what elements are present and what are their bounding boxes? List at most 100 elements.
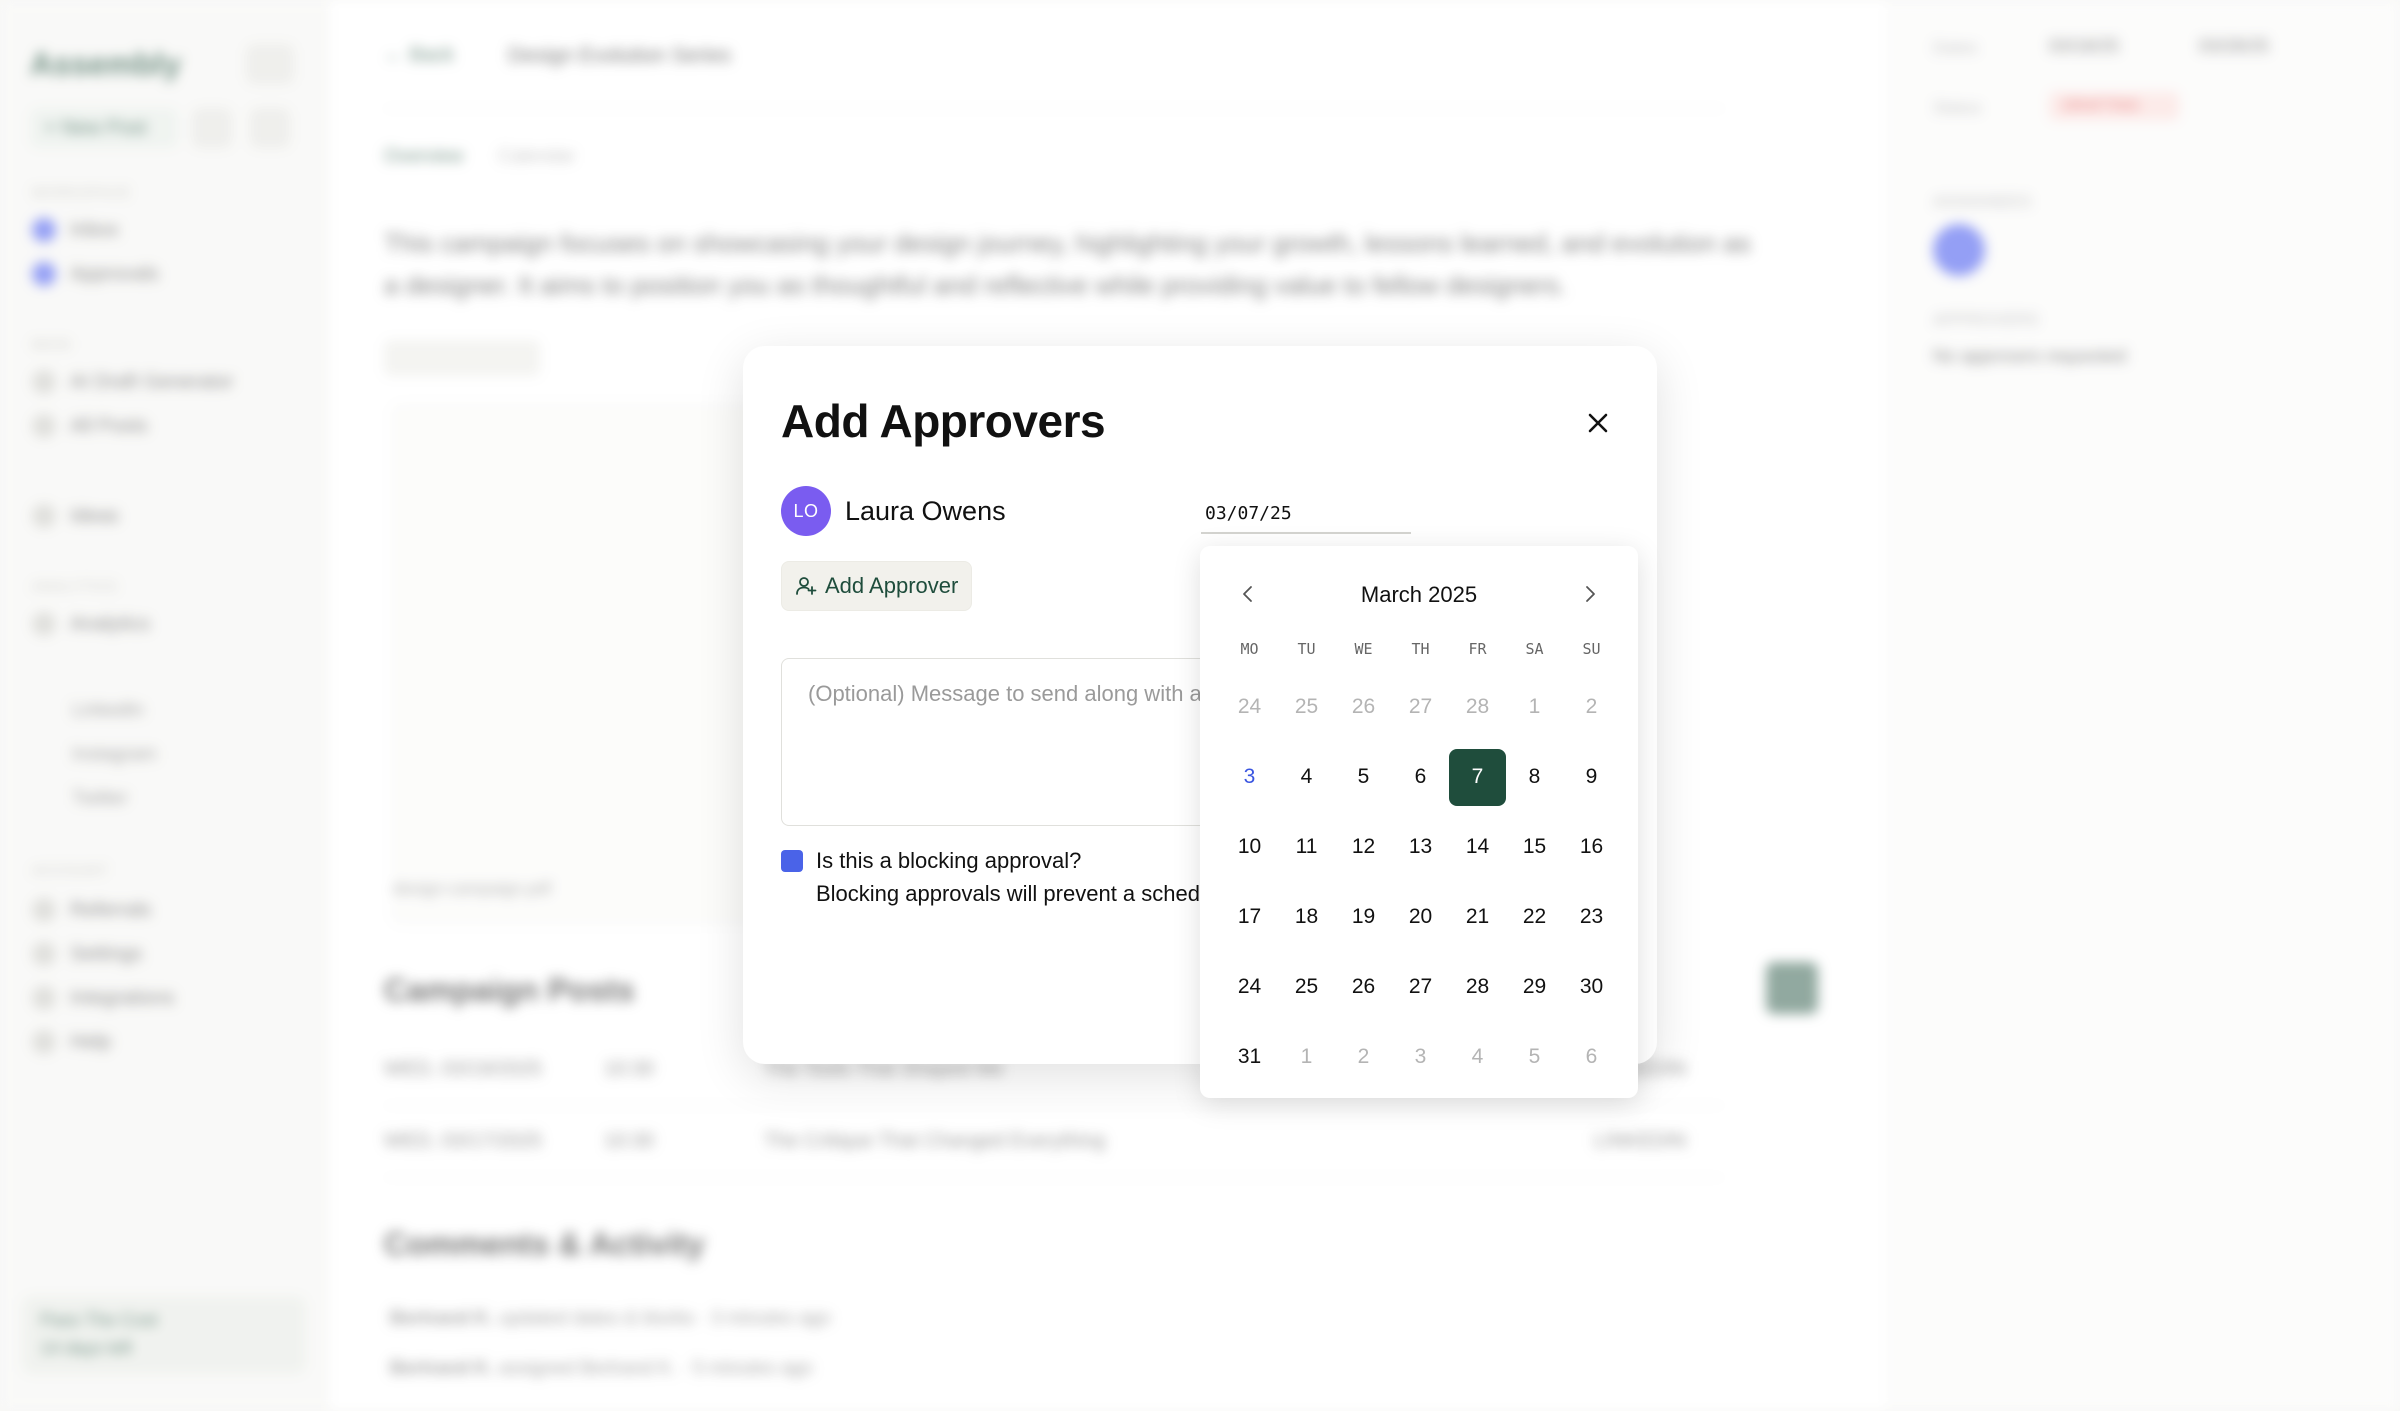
calendar-day[interactable]: 15 [1506,812,1563,882]
calendar-day[interactable]: 29 [1506,952,1563,1022]
calendar-day-label: 28 [1465,695,1490,718]
add-approver-button[interactable]: Add Approver [781,561,973,611]
calendar-day-label: 11 [1295,835,1318,858]
calendar-day-label: 3 [1243,765,1256,788]
calendar-day-label: 24 [1237,975,1262,998]
calendar-day-label: 5 [1528,1045,1541,1068]
calendar-day-label: 10 [1237,835,1262,858]
calendar-day-label: 30 [1579,975,1604,998]
calendar-day-label: 26 [1351,975,1376,998]
calendar-day[interactable]: 5 [1506,1022,1563,1092]
calendar-day[interactable]: 17 [1221,882,1278,952]
weekday-label: WE [1354,640,1373,658]
calendar-day[interactable]: 25 [1278,672,1335,742]
calendar-day[interactable]: 3 [1392,1022,1449,1092]
calendar-day-label: 27 [1408,975,1433,998]
calendar-day[interactable]: 19 [1335,882,1392,952]
modal-title: Add Approvers [781,395,1106,447]
calendar-day[interactable]: 21 [1449,882,1506,952]
calendar-day[interactable]: 25 [1278,952,1335,1022]
weekday-label: SA [1525,640,1544,658]
calendar-day[interactable]: 31 [1221,1022,1278,1092]
calendar-day-label: 12 [1351,835,1376,858]
calendar-day-label: 24 [1237,695,1262,718]
calendar-day[interactable]: 22 [1506,882,1563,952]
date-picker-popover: March 2025 MO TU WE TH FR SA SU 24 25 26 27 28 1 2 3 4… [1200,546,1638,1098]
calendar-day[interactable]: 5 [1335,742,1392,812]
calendar-day-label: 19 [1351,905,1376,928]
calendar-day[interactable]: 23 [1563,882,1620,952]
calendar-day-label: 4 [1471,1045,1484,1068]
calendar-day[interactable]: 4 [1449,1022,1506,1092]
calendar-day[interactable]: 9 [1563,742,1620,812]
add-approver-label: Add Approver [825,573,959,598]
calendar-day-label: 2 [1585,695,1598,718]
calendar-day[interactable]: 12 [1335,812,1392,882]
calendar-day[interactable]: 16 [1563,812,1620,882]
calendar-day-label: 1 [1300,1045,1313,1068]
calendar-day-label: 16 [1579,835,1604,858]
calendar-day[interactable]: 2 [1563,672,1620,742]
calendar-day-label: 4 [1300,765,1313,788]
approver-name: Laura Owens [845,495,1006,526]
close-button[interactable] [1573,398,1623,448]
calendar-day[interactable]: 26 [1335,952,1392,1022]
calendar-day-label: 6 [1414,765,1427,788]
calendar-day[interactable]: 30 [1563,952,1620,1022]
calendar-day[interactable]: 26 [1335,672,1392,742]
calendar-day-label: 20 [1408,905,1433,928]
weekday-label: TU [1297,640,1316,658]
chevron-right-icon [1586,586,1595,602]
calendar-day[interactable]: 28 [1449,952,1506,1022]
calendar-day[interactable]: 24 [1221,952,1278,1022]
weekday-label: FR [1468,640,1487,658]
avatar: LO [781,486,831,536]
close-icon [1588,413,1608,433]
calendar-day[interactable]: 27 [1392,952,1449,1022]
calendar-day[interactable]: 8 [1506,742,1563,812]
calendar-day-label: 1 [1528,695,1541,718]
calendar-day[interactable]: 6 [1392,742,1449,812]
calendar-header: March 2025 [1200,574,1638,614]
calendar-day-label: 8 [1528,765,1541,788]
calendar-day[interactable]: 4 [1278,742,1335,812]
next-month-button[interactable] [1570,574,1610,614]
calendar-day[interactable]: 24 [1221,672,1278,742]
blocking-approval-checkbox[interactable] [781,850,803,872]
weekday-label: TH [1411,640,1430,658]
calendar-day[interactable]: 27 [1392,672,1449,742]
calendar-day[interactable]: 1 [1278,1022,1335,1092]
approval-date-input[interactable] [1201,494,1411,534]
calendar-day-label: 23 [1579,905,1604,928]
calendar-day-label: 25 [1294,975,1319,998]
calendar-day[interactable]: 13 [1392,812,1449,882]
calendar-day-label: 17 [1237,905,1262,928]
calendar-day-label: 27 [1408,695,1433,718]
calendar-day-label: 9 [1585,765,1598,788]
calendar-day[interactable]: 11 [1278,812,1335,882]
calendar-day-selected[interactable]: 7 [1449,742,1506,812]
calendar-days: 24 25 26 27 28 1 2 3 4 5 6 7 8 9 10 11 12 13 14 15 16 17 18 19 2… [1221,672,1621,1092]
calendar-day-label: 2 [1357,1045,1370,1068]
calendar-day[interactable]: 1 [1506,672,1563,742]
calendar-day[interactable]: 6 [1563,1022,1620,1092]
calendar-day-label: 22 [1522,905,1547,928]
calendar-day-label: 6 [1585,1045,1598,1068]
calendar-day[interactable]: 14 [1449,812,1506,882]
calendar-day-label: 7 [1449,748,1506,806]
calendar-day-label: 25 [1294,695,1319,718]
calendar-day[interactable]: 10 [1221,812,1278,882]
calendar-day[interactable]: 3 [1221,742,1278,812]
calendar-day[interactable]: 28 [1449,672,1506,742]
calendar-day[interactable]: 18 [1278,882,1335,952]
calendar-day-label: 15 [1522,835,1547,858]
calendar-day-label: 31 [1237,1045,1262,1068]
calendar-day[interactable]: 20 [1392,882,1449,952]
weekday-label: MO [1240,640,1259,658]
calendar-day-label: 29 [1522,975,1547,998]
approver-row: LO Laura Owens [781,486,1006,536]
calendar-day-label: 3 [1414,1045,1427,1068]
calendar-day[interactable]: 2 [1335,1022,1392,1092]
weekday-label: SU [1582,640,1601,658]
calendar-day-label: 5 [1357,765,1370,788]
